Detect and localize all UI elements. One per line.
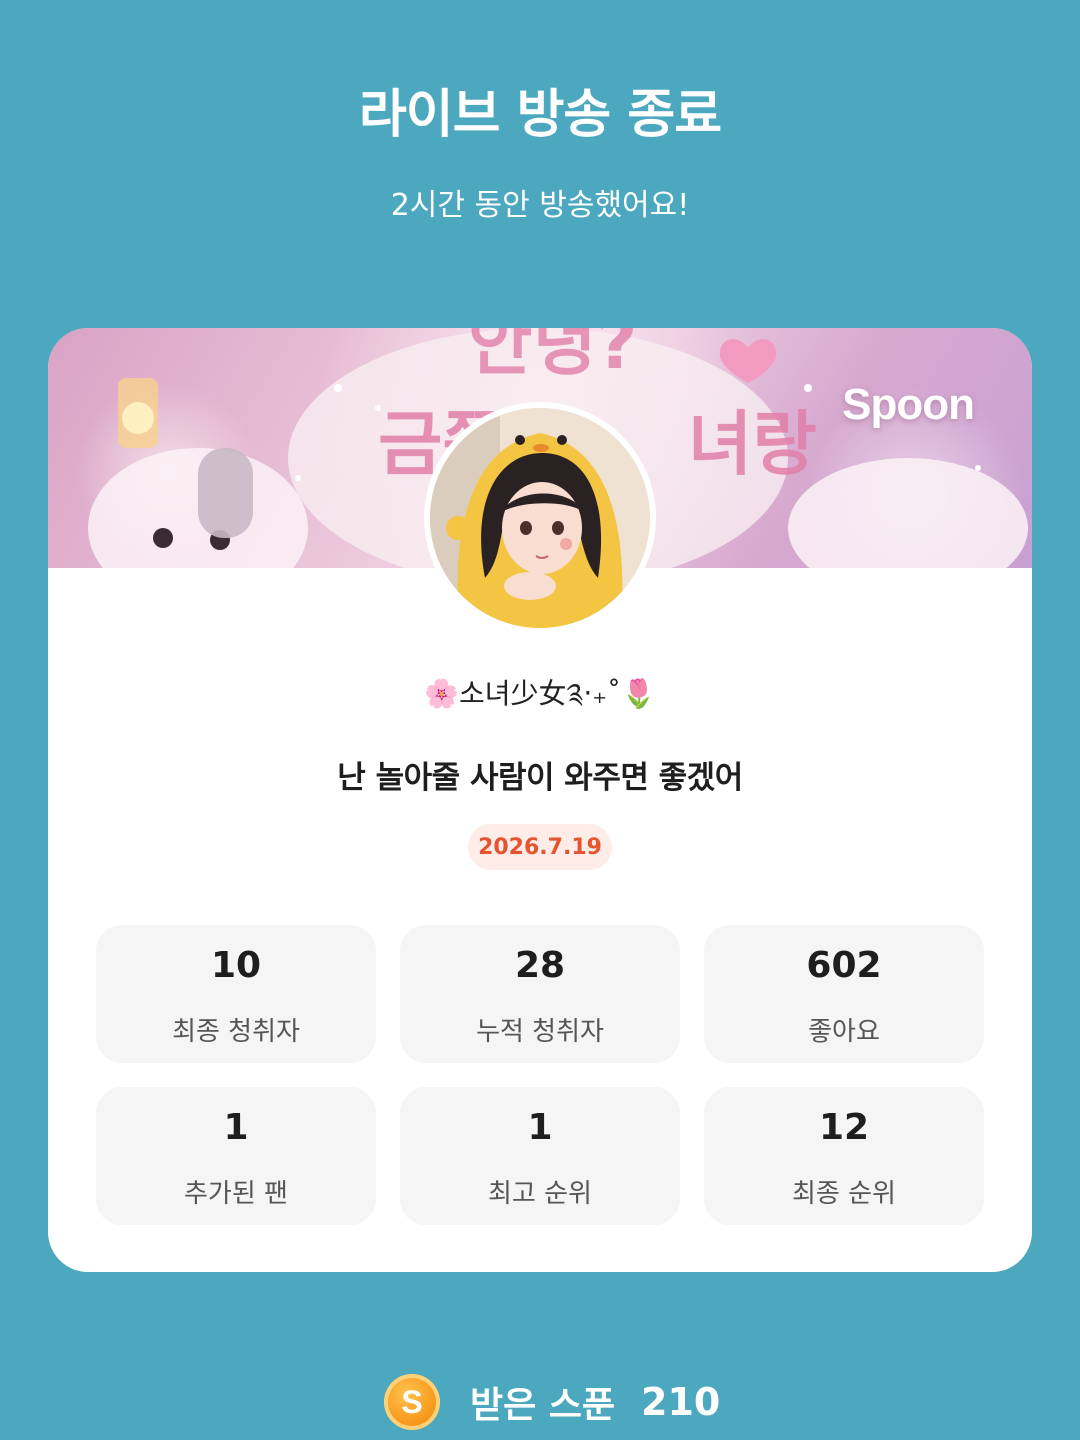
stat-label: 누적 청취자 xyxy=(476,1017,604,1047)
streamer-nickname: 🌸소녀少女༉‧₊˚🌷 xyxy=(424,677,656,710)
stat-label: 최고 순위 xyxy=(488,1179,592,1209)
stat-label: 최종 순위 xyxy=(792,1179,896,1209)
stat-final-listeners: 10 최종 청취자 xyxy=(96,925,376,1063)
broadcast-summary-screen: 라이브 방송 종료 2시간 동안 방송했어요! 금쪽 녀랑 안녕? Spoon … xyxy=(0,0,1080,1440)
received-spoons-label: 받은 스푼 xyxy=(470,1385,616,1426)
stat-value: 10 xyxy=(210,945,262,986)
stat-label: 좋아요 xyxy=(808,1017,880,1047)
stat-value: 1 xyxy=(223,1107,249,1148)
spoon-coin-icon: S xyxy=(384,1374,440,1430)
broadcast-date-badge: 2026.7.19 xyxy=(468,824,612,870)
received-spoons-value: 210 xyxy=(641,1380,721,1424)
stat-label: 최종 청취자 xyxy=(172,1017,300,1047)
stat-value: 1 xyxy=(527,1107,553,1148)
profile-avatar[interactable] xyxy=(424,402,656,634)
stat-total-listeners: 28 누적 청취자 xyxy=(400,925,680,1063)
spoon-logo: Spoon xyxy=(842,380,975,429)
page-title: 라이브 방송 종료 xyxy=(358,85,722,145)
stat-value: 12 xyxy=(818,1107,870,1148)
svg-text:안녕?: 안녕? xyxy=(468,328,637,385)
stat-value: 602 xyxy=(806,945,882,986)
stat-value: 28 xyxy=(514,945,566,986)
stat-likes: 602 좋아요 xyxy=(704,925,984,1063)
received-spoons: S 받은 스푼 210 xyxy=(384,1372,720,1432)
broadcast-title: 난 놀아줄 사람이 와주면 좋겠어 xyxy=(337,760,743,796)
stat-new-fans: 1 추가된 팬 xyxy=(96,1087,376,1225)
broadcast-duration-text: 2시간 동안 방송했어요! xyxy=(390,188,690,223)
stat-best-rank: 1 최고 순위 xyxy=(400,1087,680,1225)
stat-final-rank: 12 최종 순위 xyxy=(704,1087,984,1225)
svg-text:녀랑: 녀랑 xyxy=(688,403,817,485)
stat-label: 추가된 팬 xyxy=(184,1179,288,1209)
